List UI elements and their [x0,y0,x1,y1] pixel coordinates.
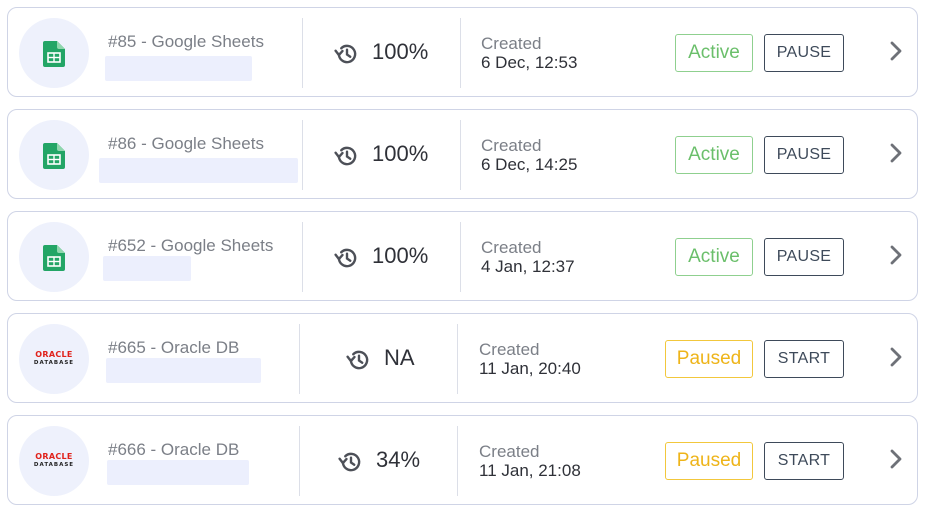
chevron-right-icon[interactable] [886,345,906,369]
created-date: 11 Jan, 21:08 [479,461,581,480]
status-badge: Paused [665,442,753,480]
status-badge: Active [675,34,753,72]
connection-list: #85 - Google Sheets 100% Created 6 Dec, … [0,0,927,510]
created-date: 6 Dec, 12:53 [481,53,578,72]
chevron-right-icon[interactable] [886,141,906,165]
oracle-database-logo: ORACLE DATABASE [33,452,75,468]
divider [302,18,303,88]
connection-card[interactable]: #652 - Google Sheets 100% Created 4 Jan,… [7,211,918,301]
sync-progress: 34% [376,447,421,472]
status-badge: Active [675,136,753,174]
connection-name: #665 - Oracle DB [108,338,240,357]
created-label: Created [479,442,540,461]
google-sheets-icon [43,143,65,169]
created-date: 4 Jan, 12:37 [481,257,575,276]
connection-card[interactable]: ORACLE DATABASE #666 - Oracle DB 34% Cre… [7,415,918,505]
connection-description-placeholder [105,56,252,81]
divider [299,426,300,496]
status-badge: Active [675,238,753,276]
pause-button[interactable]: PAUSE [764,136,844,174]
connection-description-placeholder [107,460,249,485]
connection-description-placeholder [106,358,261,383]
created-label: Created [481,34,542,53]
connection-card[interactable]: #86 - Google Sheets 100% Created 6 Dec, … [7,109,918,199]
connection-description-placeholder [103,256,191,281]
divider [460,120,461,190]
created-label: Created [481,238,542,257]
divider [302,222,303,292]
sync-progress: NA [384,345,415,370]
source-logo: ORACLE DATABASE [19,426,89,496]
divider [457,324,458,394]
source-logo [19,18,89,88]
sync-progress: 100% [372,141,429,166]
chevron-right-icon[interactable] [886,39,906,63]
divider [302,120,303,190]
oracle-database-logo: ORACLE DATABASE [33,350,75,366]
divider [460,222,461,292]
connection-card[interactable]: ORACLE DATABASE #665 - Oracle DB NA Crea… [7,313,918,403]
divider [299,324,300,394]
history-icon [334,248,357,268]
sync-progress: 100% [372,243,429,268]
sync-progress: 100% [372,39,429,64]
connection-name: #86 - Google Sheets [108,134,264,153]
source-logo: ORACLE DATABASE [19,324,89,394]
created-label: Created [481,136,542,155]
status-badge: Paused [665,340,753,378]
google-sheets-icon [43,41,65,67]
source-logo [19,222,89,292]
chevron-right-icon[interactable] [886,447,906,471]
pause-button[interactable]: PAUSE [764,238,844,276]
divider [460,18,461,88]
history-icon [338,452,361,472]
google-sheets-icon [43,245,65,271]
pause-button[interactable]: PAUSE [764,34,844,72]
source-logo [19,120,89,190]
connection-name: #85 - Google Sheets [108,32,264,51]
connection-card[interactable]: #85 - Google Sheets 100% Created 6 Dec, … [7,7,918,97]
divider [457,426,458,496]
history-icon [334,44,357,64]
start-button[interactable]: START [764,442,844,480]
chevron-right-icon[interactable] [886,243,906,267]
start-button[interactable]: START [764,340,844,378]
history-icon [346,350,369,370]
connection-description-placeholder [99,158,298,183]
connection-name: #652 - Google Sheets [108,236,274,255]
connection-name: #666 - Oracle DB [108,440,240,459]
history-icon [334,146,357,166]
created-label: Created [479,340,540,359]
created-date: 6 Dec, 14:25 [481,155,578,174]
created-date: 11 Jan, 20:40 [479,359,581,378]
